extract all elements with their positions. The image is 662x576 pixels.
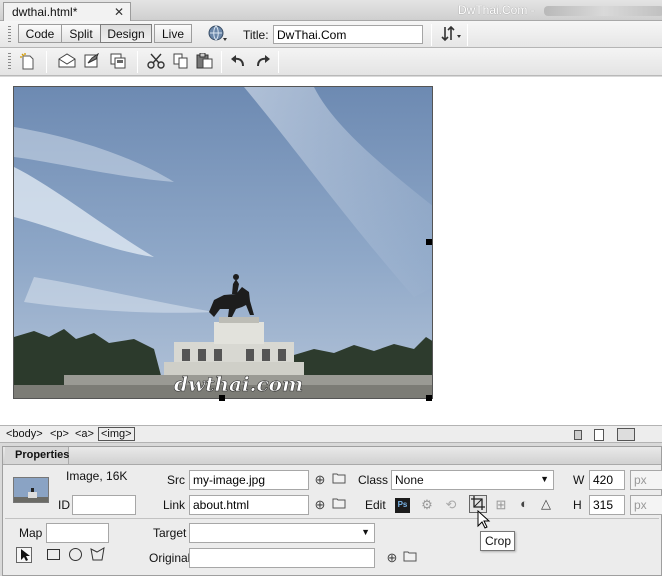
edit-label: Edit xyxy=(365,498,386,512)
split-view-button[interactable]: Split xyxy=(61,24,101,43)
resample-icon: ⊞ xyxy=(495,497,507,512)
tag-body[interactable]: <body> xyxy=(6,428,43,440)
design-view[interactable]: dwthai.com xyxy=(0,77,662,425)
document-tab-bar: dwthai.html* ✕ DwThai.Com - xyxy=(0,0,662,21)
title-input[interactable] xyxy=(273,25,423,44)
height-unit-select[interactable]: px xyxy=(630,495,662,515)
original-label: Original xyxy=(149,551,191,565)
selected-image[interactable]: dwthai.com xyxy=(13,86,433,399)
width-label: W xyxy=(573,473,585,487)
toolbar-separator xyxy=(46,51,47,73)
brightness-contrast-icon[interactable]: ◐ xyxy=(516,496,532,511)
site-title-text: DwThai.Com - xyxy=(458,3,539,17)
browse-folder-icon[interactable] xyxy=(331,497,347,512)
tag-p[interactable]: <p> xyxy=(50,428,69,440)
hand-tool-icon[interactable] xyxy=(594,429,604,441)
toolbar-separator xyxy=(221,51,222,73)
tag-selector-bar: <body> <p> <a> <img> xyxy=(0,425,662,443)
src-field[interactable] xyxy=(189,470,309,490)
image-watermark: dwthai.com xyxy=(174,372,303,396)
image-info: Image, 16K xyxy=(66,469,128,483)
globe-icon[interactable] xyxy=(208,24,227,47)
copy-icon[interactable] xyxy=(172,53,190,72)
design-view-button[interactable]: Design xyxy=(100,24,152,43)
target-select[interactable]: ▼ xyxy=(189,523,375,543)
sharpen-icon[interactable]: △ xyxy=(538,496,554,512)
target-label: Target xyxy=(153,526,187,540)
site-title-path: DwThai.Com - xyxy=(458,3,662,17)
statue-photo: dwthai.com xyxy=(14,87,432,398)
link-label: Link xyxy=(163,498,186,512)
new-document-icon[interactable] xyxy=(19,53,37,74)
class-label: Class xyxy=(358,473,389,487)
toolbar-separator xyxy=(278,51,279,73)
point-to-file-icon[interactable]: ⊕ xyxy=(312,472,328,488)
window-size-icon[interactable] xyxy=(617,428,635,441)
width-unit-select[interactable]: px xyxy=(630,470,662,490)
toolbar-separator xyxy=(137,51,138,73)
link-field[interactable] xyxy=(189,495,309,515)
toolbar-separator xyxy=(467,24,468,46)
resize-handle-corner[interactable] xyxy=(426,395,432,401)
height-label: H xyxy=(573,498,582,512)
crop-tooltip: Crop xyxy=(480,531,515,551)
src-label: Src xyxy=(167,473,185,487)
toolbar-grip[interactable] xyxy=(8,26,11,43)
width-field[interactable] xyxy=(589,470,625,490)
toolbar-separator xyxy=(431,24,432,46)
map-label: Map xyxy=(19,526,43,540)
browse-folder-icon[interactable] xyxy=(402,550,418,565)
save-icon[interactable] xyxy=(84,52,102,72)
class-select-value: None xyxy=(395,473,424,487)
open-icon[interactable] xyxy=(58,53,76,72)
code-view-button[interactable]: Code xyxy=(18,24,62,43)
blurred-path xyxy=(544,5,662,16)
save-all-icon[interactable] xyxy=(110,53,128,72)
rectangle-hotspot-tool[interactable] xyxy=(47,549,60,560)
edit-image-settings-icon: ⚙ xyxy=(421,497,433,512)
redo-icon[interactable] xyxy=(254,53,272,72)
title-label: Title: xyxy=(243,28,269,42)
id-field[interactable] xyxy=(72,495,136,515)
height-unit: px xyxy=(634,498,647,512)
original-field[interactable] xyxy=(189,548,375,568)
height-field[interactable] xyxy=(589,495,625,515)
chevron-down-icon: ▼ xyxy=(540,474,549,484)
standard-toolbar xyxy=(0,48,662,76)
mouse-cursor-icon xyxy=(477,509,491,533)
undo-icon[interactable] xyxy=(229,53,247,72)
paste-icon[interactable] xyxy=(196,52,214,72)
id-label: ID xyxy=(58,498,70,512)
tag-a[interactable]: <a> xyxy=(75,428,94,440)
circle-hotspot-tool[interactable] xyxy=(69,548,82,561)
pointer-hotspot-tool[interactable] xyxy=(16,547,32,563)
polygon-hotspot-tool[interactable] xyxy=(90,547,106,564)
chevron-down-icon: ▼ xyxy=(361,527,370,537)
properties-tab[interactable]: Properties xyxy=(5,447,69,464)
resize-handle-bottom[interactable] xyxy=(219,395,225,401)
tag-img-selected[interactable]: <img> xyxy=(98,427,135,441)
class-select[interactable]: None ▼ xyxy=(391,470,554,490)
photoshop-edit-icon[interactable]: Ps xyxy=(395,498,410,513)
image-thumbnail xyxy=(13,477,49,503)
live-view-button[interactable]: Live xyxy=(154,24,192,43)
panel-divider xyxy=(5,518,659,519)
width-unit: px xyxy=(634,473,647,487)
point-to-file-icon[interactable]: ⊕ xyxy=(312,497,328,513)
update-from-original-icon: ⟲ xyxy=(445,497,457,512)
document-tab[interactable]: dwthai.html* ✕ xyxy=(3,2,131,21)
document-tab-filename: dwthai.html* xyxy=(12,5,78,19)
file-management-icon[interactable] xyxy=(441,25,461,46)
map-field[interactable] xyxy=(46,523,109,543)
toolbar-grip[interactable] xyxy=(8,53,11,71)
document-toolbar: Code Split Design Live Title: xyxy=(0,21,662,48)
resize-handle-right[interactable] xyxy=(426,239,432,245)
close-icon[interactable]: ✕ xyxy=(114,5,124,19)
point-to-file-icon[interactable]: ⊕ xyxy=(384,550,400,566)
browse-folder-icon[interactable] xyxy=(331,472,347,487)
properties-header xyxy=(3,447,661,465)
cut-icon[interactable] xyxy=(147,53,165,72)
select-tool-icon[interactable] xyxy=(574,430,582,440)
properties-panel: Properties Image, 16K ID Src ⊕ Link ⊕ Cl… xyxy=(2,446,662,576)
